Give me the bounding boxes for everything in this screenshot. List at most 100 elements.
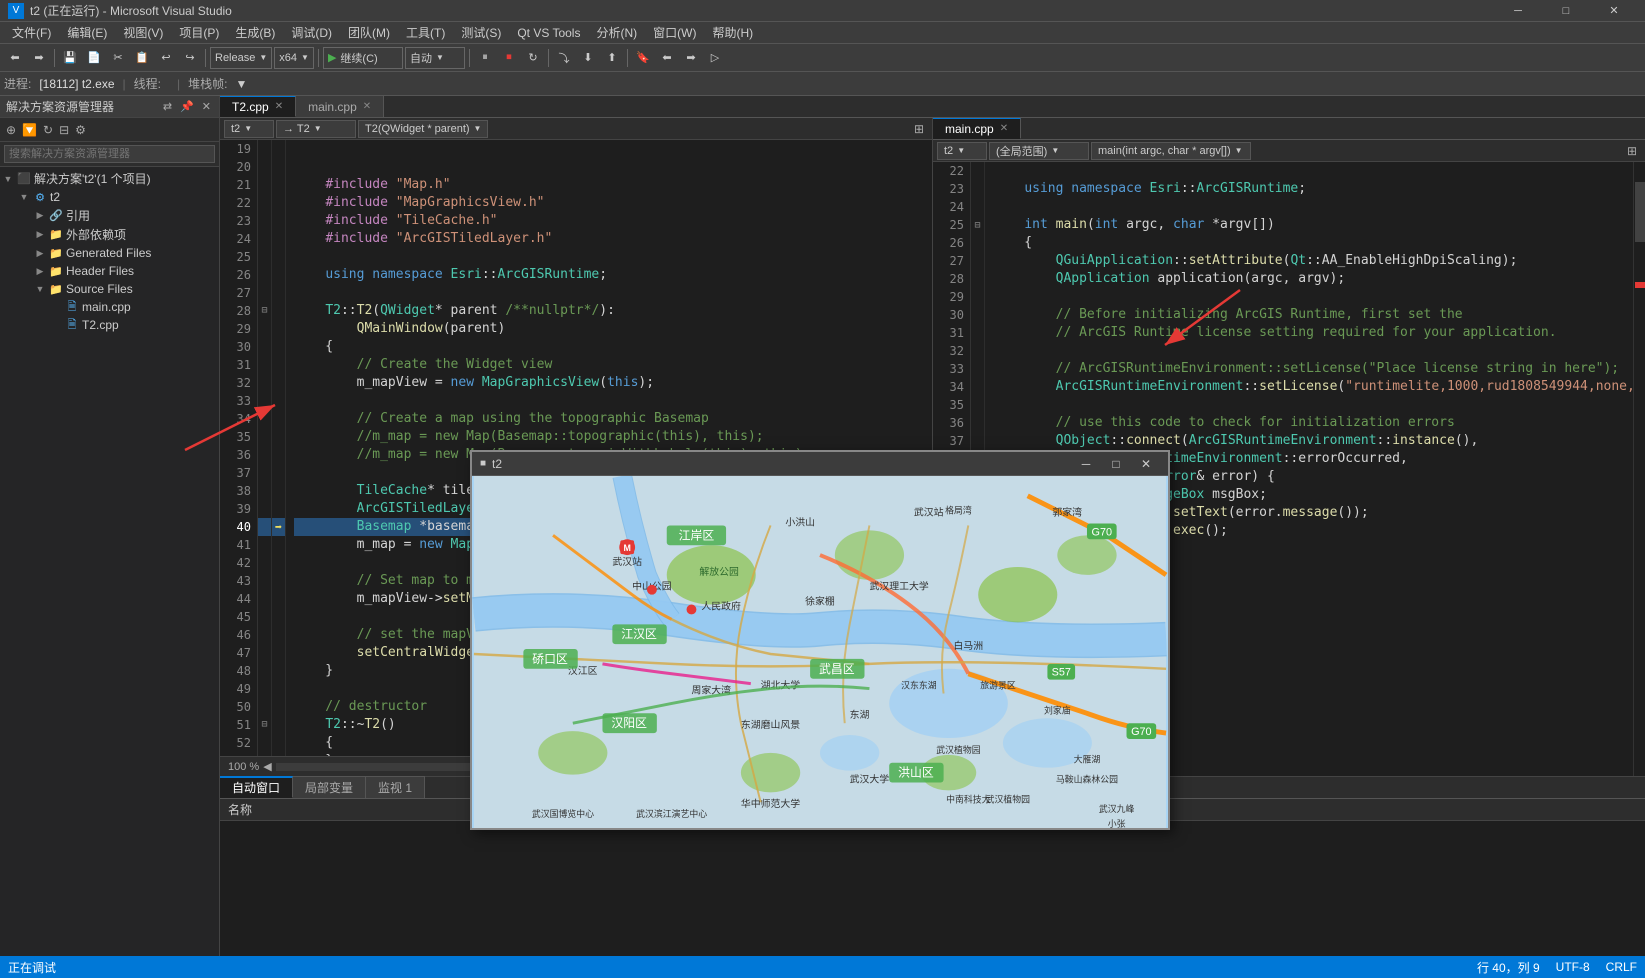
close-button[interactable]: ✕ xyxy=(1591,0,1637,22)
code-line-20 xyxy=(294,158,924,176)
menu-help[interactable]: 帮助(H) xyxy=(704,22,761,43)
debug-btn-stepout[interactable]: ⬆ xyxy=(601,47,623,69)
svg-text:东湖磨山风景: 东湖磨山风景 xyxy=(741,718,800,731)
toolbar-btn-extra1[interactable]: ⬅ xyxy=(656,47,678,69)
tree-item-source-files[interactable]: ▼ 📁 Source Files xyxy=(0,280,219,298)
right-scroll-error-marker xyxy=(1635,282,1645,288)
minimize-button[interactable]: ─ xyxy=(1495,0,1541,22)
right-scrollbar[interactable] xyxy=(1633,162,1645,776)
maincpp-tab-close-top[interactable]: ✕ xyxy=(363,101,371,112)
menu-qt[interactable]: Qt VS Tools xyxy=(509,24,588,42)
toolbar-btn-redo[interactable]: ↪ xyxy=(179,47,201,69)
maximize-button[interactable]: □ xyxy=(1543,0,1589,22)
gen-files-label: Generated Files xyxy=(66,246,151,260)
menu-file[interactable]: 文件(F) xyxy=(4,22,59,43)
map-close-btn[interactable]: ✕ xyxy=(1132,453,1160,475)
collapse-all-icon[interactable]: ⊟ xyxy=(57,123,71,137)
menu-edit[interactable]: 编辑(E) xyxy=(59,22,115,43)
platform-dropdown[interactable]: x64 ▼ xyxy=(274,47,314,69)
tree-item-ext-deps[interactable]: ▶ 📁 外部依赖项 xyxy=(0,225,219,244)
new-solution-icon[interactable]: ⊕ xyxy=(4,123,18,137)
left-nav-method[interactable]: T2(QWidget * parent) ▼ xyxy=(358,120,488,138)
sync-icon[interactable]: ⇄ xyxy=(161,100,174,113)
filter-icon[interactable]: 🔽 xyxy=(20,123,39,137)
tree-item-t2[interactable]: ▼ ⚙ t2 xyxy=(0,188,219,206)
toolbar-btn-2[interactable]: ➡ xyxy=(28,47,50,69)
tab-t2cpp[interactable]: T2.cpp ✕ xyxy=(220,96,296,117)
left-expand-btn[interactable]: ⊞ xyxy=(910,122,928,136)
tree-item-t2-cpp[interactable]: ▶ 🗎 T2.cpp xyxy=(0,316,219,334)
menu-debug[interactable]: 调试(D) xyxy=(283,22,340,43)
toolbar-btn-extra3[interactable]: ▷ xyxy=(704,47,726,69)
auto-dropdown[interactable]: 自动 ▼ xyxy=(405,47,465,69)
stackframe-dropdown[interactable]: ▼ xyxy=(235,77,247,91)
tab-maincpp-top[interactable]: main.cpp ✕ xyxy=(296,96,384,117)
solution-explorer-icons: ⇄ 📌 ✕ xyxy=(161,100,213,113)
toolbar-btn-save[interactable]: 💾 xyxy=(59,47,81,69)
menu-project[interactable]: 项目(P) xyxy=(171,22,227,43)
svg-text:江汉区: 江汉区 xyxy=(621,627,657,641)
config-dropdown[interactable]: Release ▼ xyxy=(210,47,272,69)
continue-icon: ▶ xyxy=(328,51,336,64)
auto-tab-active[interactable]: 自动窗口 xyxy=(220,776,293,798)
svg-text:解放公园: 解放公园 xyxy=(699,565,739,578)
tree-item-solution[interactable]: ▼ ⬛ 解决方案't2'(1 个项目) xyxy=(0,169,219,188)
menu-test[interactable]: 测试(S) xyxy=(453,22,509,43)
left-nav-scope-arrow: ▼ xyxy=(314,124,322,133)
r-code-29 xyxy=(993,288,1625,306)
map-minimize-btn[interactable]: ─ xyxy=(1072,453,1100,475)
scroll-left-btn[interactable]: ◀ xyxy=(263,760,271,773)
tree-item-header-files[interactable]: ▶ 📁 Header Files xyxy=(0,262,219,280)
thread-label: 线程: xyxy=(134,75,161,92)
left-nav-scope[interactable]: → T2 ▼ xyxy=(276,120,356,138)
code-line-28: T2::T2(QWidget* parent /**nullptr*/): xyxy=(294,302,924,320)
menu-tools[interactable]: 工具(T) xyxy=(398,22,453,43)
solution-search-input[interactable] xyxy=(4,145,215,163)
right-nav-scope[interactable]: (全局范围) ▼ xyxy=(989,142,1089,160)
right-expand-btn[interactable]: ⊞ xyxy=(1623,144,1641,158)
menu-view[interactable]: 视图(V) xyxy=(115,22,171,43)
continue-button[interactable]: ▶ 继续(C) xyxy=(323,47,403,69)
tree-item-refs[interactable]: ▶ 🔗 引用 xyxy=(0,206,219,225)
debug-btn-stepin[interactable]: ⬇ xyxy=(577,47,599,69)
maincpp-right-close[interactable]: ✕ xyxy=(1000,123,1008,134)
debug-btn-stepover[interactable]: ⤵ xyxy=(553,47,575,69)
svg-text:汉阳区: 汉阳区 xyxy=(611,716,647,730)
t2cpp-tab-close[interactable]: ✕ xyxy=(275,101,283,112)
menu-build[interactable]: 生成(B) xyxy=(227,22,283,43)
toolbar-btn-5[interactable]: 📋 xyxy=(131,47,153,69)
menu-team[interactable]: 团队(M) xyxy=(340,22,398,43)
debug-btn-restart[interactable]: ↻ xyxy=(522,47,544,69)
auto-tab-watch[interactable]: 监视 1 xyxy=(366,776,425,798)
gear-icon[interactable]: ⚙ xyxy=(73,123,88,137)
menu-analyze[interactable]: 分析(N) xyxy=(588,22,645,43)
debug-btn-pause[interactable]: ⏸ xyxy=(474,47,496,69)
map-maximize-btn[interactable]: □ xyxy=(1102,453,1130,475)
toolbar-separator-1 xyxy=(54,49,55,67)
toolbar-btn-3[interactable]: 📄 xyxy=(83,47,105,69)
r-code-30: // Before initializing ArcGIS Runtime, f… xyxy=(993,306,1625,324)
debug-btn-stop[interactable]: ⏹ xyxy=(498,47,520,69)
toolbar-btn-undo[interactable]: ↩ xyxy=(155,47,177,69)
toolbar-btn-1[interactable]: ⬅ xyxy=(4,47,26,69)
right-nav-class[interactable]: t2 ▼ xyxy=(937,142,987,160)
tree-item-main-cpp[interactable]: ▶ 🗎 main.cpp xyxy=(0,298,219,316)
refresh-icon[interactable]: ↻ xyxy=(41,123,55,137)
window-controls: ─ □ ✕ xyxy=(1495,0,1637,22)
toolbar-separator-5 xyxy=(548,49,549,67)
panel-close-icon[interactable]: ✕ xyxy=(200,100,213,113)
t2-cpp-label: T2.cpp xyxy=(82,318,119,332)
svg-text:大雁湖: 大雁湖 xyxy=(1074,754,1101,765)
toolbar-btn-extra2[interactable]: ➡ xyxy=(680,47,702,69)
auto-tab-locals[interactable]: 局部变量 xyxy=(293,776,366,798)
bookmark-btn[interactable]: 🔖 xyxy=(632,47,654,69)
right-nav-method[interactable]: main(int argc, char * argv[]) ▼ xyxy=(1091,142,1251,160)
toolbar-btn-4[interactable]: ✂ xyxy=(107,47,129,69)
pin-icon[interactable]: 📌 xyxy=(178,100,196,113)
code-line-25 xyxy=(294,248,924,266)
tab-maincpp-right[interactable]: main.cpp ✕ xyxy=(933,118,1021,139)
config-label: Release xyxy=(215,52,255,64)
tree-item-gen-files[interactable]: ▶ 📁 Generated Files xyxy=(0,244,219,262)
menu-window[interactable]: 窗口(W) xyxy=(645,22,704,43)
left-nav-class[interactable]: t2 ▼ xyxy=(224,120,274,138)
